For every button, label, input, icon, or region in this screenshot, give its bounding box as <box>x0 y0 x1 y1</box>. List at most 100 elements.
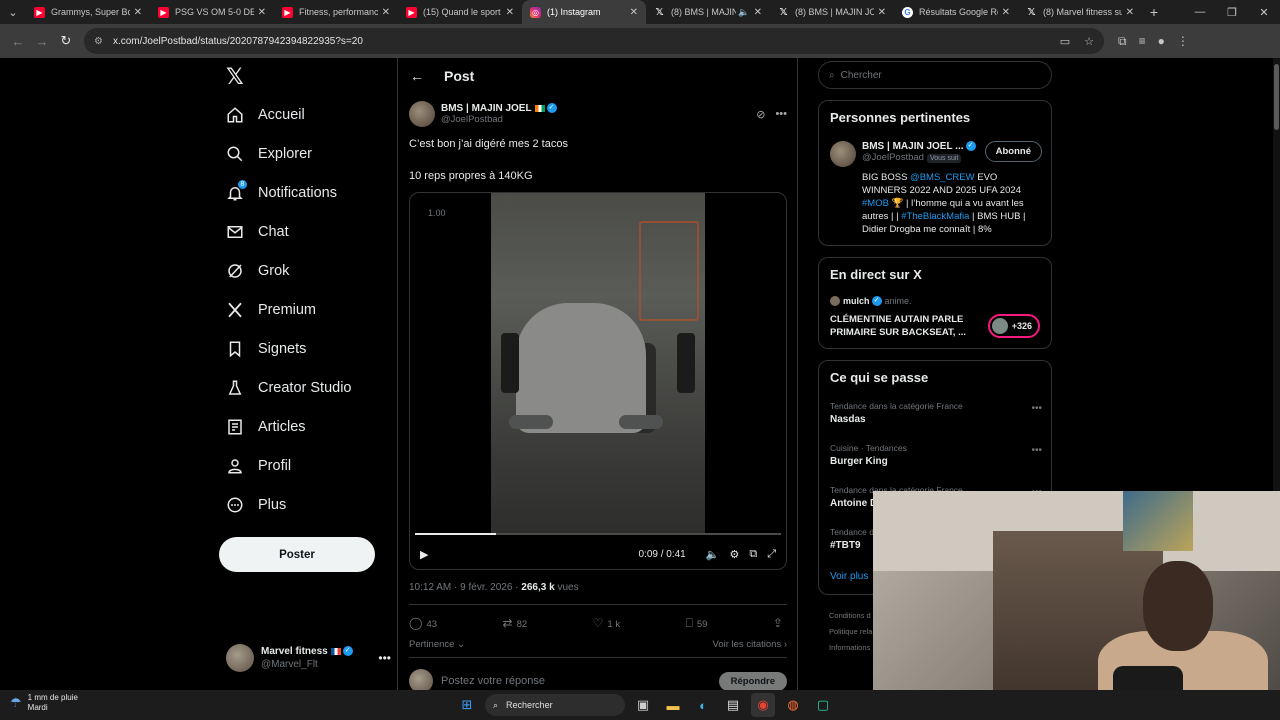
browser-tab[interactable]: 𝕏 (8) Marvel fitness sur ✕ <box>1018 0 1142 24</box>
x-logo[interactable]: 𝕏 <box>226 64 244 90</box>
relevant-person[interactable]: BMS | MAJIN JOEL ... ✓ @JoelPostbad Vous s… <box>830 141 1042 236</box>
volume-icon[interactable]: 🔈 <box>706 548 720 561</box>
speaker-icon[interactable]: 🔈 <box>738 7 749 18</box>
nav-item-grok[interactable]: Grok <box>226 256 289 286</box>
following-button[interactable]: Abonné <box>984 141 1042 162</box>
video-progress-bar[interactable] <box>415 533 781 535</box>
more-icon[interactable]: ••• <box>1031 445 1042 456</box>
avatar[interactable] <box>830 141 856 167</box>
live-host[interactable]: mulch ✓ anime. <box>830 296 912 306</box>
nav-item-explore[interactable]: Explorer <box>226 139 312 169</box>
close-window-icon[interactable]: ✕ <box>1248 6 1280 19</box>
post-button[interactable]: Poster <box>219 537 375 572</box>
weather-widget[interactable]: ☂ 1 mm de pluie Mardi <box>10 693 78 713</box>
minimize-icon[interactable]: — <box>1184 6 1216 19</box>
close-icon[interactable]: ✕ <box>258 7 266 18</box>
more-icon[interactable]: ••• <box>378 651 391 665</box>
settings-icon[interactable]: ⚙ <box>729 548 739 561</box>
video-player[interactable]: 1.00 ▶ 0:09 / 0:41 🔈 ⚙ ⧉ ⤢ <box>409 192 787 570</box>
maximize-icon[interactable]: ❐ <box>1216 6 1248 19</box>
grok-icon[interactable]: ⊘ <box>756 108 765 121</box>
nav-item-articles[interactable]: Articles <box>226 412 306 442</box>
view-quotes-link[interactable]: Voir les citations › <box>713 639 787 650</box>
browser-tab[interactable]: 𝕏 (8) BMS | MAJIN JOE ✕ <box>770 0 894 24</box>
store-icon[interactable]: ▤ <box>721 693 745 717</box>
more-icon[interactable]: ••• <box>775 108 787 121</box>
nav-item-premium[interactable]: Premium <box>226 295 316 325</box>
browser-tab[interactable]: 𝕏 (8) BMS | MAJIN 🔈 ✕ <box>646 0 770 24</box>
nav-item-creator-studio[interactable]: Creator Studio <box>226 373 352 403</box>
nav-item-profile[interactable]: Profil <box>226 451 291 481</box>
browser-tab[interactable]: ▶ Grammys, Super Bow ✕ <box>26 0 150 24</box>
extensions-icon[interactable]: ⧉ <box>1118 34 1127 49</box>
scrollbar-thumb[interactable] <box>1274 64 1279 130</box>
more-icon[interactable]: ••• <box>1031 403 1042 414</box>
reply-input[interactable]: Postez votre réponse <box>441 675 545 687</box>
close-icon[interactable]: ✕ <box>382 7 390 18</box>
forward-icon[interactable]: → <box>30 29 54 53</box>
file-explorer-icon[interactable]: ▬ <box>661 693 685 717</box>
nav-item-chat[interactable]: Chat <box>226 217 289 247</box>
close-icon[interactable]: ✕ <box>506 7 514 18</box>
person-name[interactable]: BMS | MAJIN JOEL ... <box>862 141 964 152</box>
task-view-icon[interactable]: ▣ <box>631 693 655 717</box>
edge-icon[interactable]: ◐ <box>691 693 715 717</box>
reload-icon[interactable]: ↻ <box>54 29 78 53</box>
picture-in-picture-icon[interactable]: ⧉ <box>749 548 757 561</box>
browser-tab-active[interactable]: ◎ (1) Instagram ✕ <box>522 0 646 24</box>
close-icon[interactable]: ✕ <box>1126 7 1134 18</box>
browser-tab[interactable]: ▶ PSG VS OM 5-0 DEBR ✕ <box>150 0 274 24</box>
close-icon[interactable]: ✕ <box>878 7 886 18</box>
share-button[interactable]: ⇪ <box>773 616 787 631</box>
account-switcher[interactable]: Marvel fitness ✓ @Marvel_Flt ••• <box>226 642 391 674</box>
live-space-title[interactable]: CLÉMENTINE AUTAIN PARLE PRIMAIRE SUR BAC… <box>830 313 980 339</box>
close-icon[interactable]: ✕ <box>630 7 638 18</box>
fullscreen-icon[interactable]: ⤢ <box>767 548 776 561</box>
trend-item[interactable]: Tendance dans la catégorie France Nasdas… <box>830 401 1042 425</box>
play-icon[interactable]: ▶ <box>420 548 428 561</box>
avatar[interactable] <box>409 101 435 127</box>
bio-mention-link[interactable]: @BMS_CREW <box>910 172 975 183</box>
nav-item-bookmarks[interactable]: Signets <box>226 334 306 364</box>
footer-link[interactable]: Conditions d <box>829 608 872 624</box>
bookmark-button[interactable]: ⎕ 59 <box>686 616 708 631</box>
author-handle[interactable]: @JoelPostbad <box>441 114 557 125</box>
tab-search-button[interactable]: ⌄ <box>0 0 26 24</box>
site-info-icon[interactable]: ⚙ <box>94 36 103 47</box>
see-more-link[interactable]: Voir plus <box>830 571 868 582</box>
post-timestamp[interactable]: 10:12 AM · 9 févr. 2026 · <box>409 582 521 593</box>
address-bar[interactable]: ⚙ x.com/JoelPostbad/status/2020787942394… <box>84 28 1104 54</box>
menu-icon[interactable]: ⋮ <box>1177 34 1189 49</box>
footer-link[interactable]: Informations <box>829 640 872 656</box>
cast-icon[interactable]: ▭ <box>1060 35 1070 48</box>
browser-tab[interactable]: G Résultats Google Rec ✕ <box>894 0 1018 24</box>
reply-submit-button[interactable]: Répondre <box>718 671 787 690</box>
sort-dropdown[interactable]: Pertinence ⌄ <box>409 639 465 650</box>
browser-tab[interactable]: ▶ (15) Quand le sport d ✕ <box>398 0 522 24</box>
browser-tab[interactable]: ▶ Fitness, performance ✕ <box>274 0 398 24</box>
taskbar-search[interactable]: ⌕ Rechercher <box>485 694 625 716</box>
close-icon[interactable]: ✕ <box>1002 7 1010 18</box>
bio-hashtag-link[interactable]: #TheBlackMafia <box>901 211 969 222</box>
chrome-icon[interactable]: ◉ <box>751 693 775 717</box>
search-input[interactable]: ⌕ Chercher <box>818 61 1052 89</box>
bio-hashtag-link[interactable]: #MOB <box>862 198 889 209</box>
like-button[interactable]: ♡ 1 k <box>593 616 620 631</box>
close-icon[interactable]: ✕ <box>134 7 142 18</box>
windows-start-icon[interactable]: ⊞ <box>455 693 479 717</box>
firefox-icon[interactable]: ◍ <box>781 693 805 717</box>
profile-icon[interactable]: ● <box>1158 34 1165 49</box>
new-tab-button[interactable]: + <box>1142 4 1166 20</box>
back-arrow-icon[interactable]: ← <box>410 68 424 84</box>
back-icon[interactable]: ← <box>6 29 30 53</box>
reply-button[interactable]: ◯ 43 <box>409 616 437 631</box>
trend-item[interactable]: Cuisine · Tendances Burger King ••• <box>830 443 1042 467</box>
nav-item-home[interactable]: Accueil <box>226 100 305 130</box>
nav-item-notifications[interactable]: 8 Notifications <box>226 178 337 208</box>
app-icon[interactable]: ▢ <box>811 693 835 717</box>
nav-item-more[interactable]: Plus <box>226 490 286 520</box>
star-icon[interactable]: ☆ <box>1084 35 1094 48</box>
video-frame[interactable] <box>491 193 705 533</box>
live-listeners-pill[interactable]: +326 <box>987 314 1040 338</box>
footer-link[interactable]: Politique rela <box>829 624 872 640</box>
